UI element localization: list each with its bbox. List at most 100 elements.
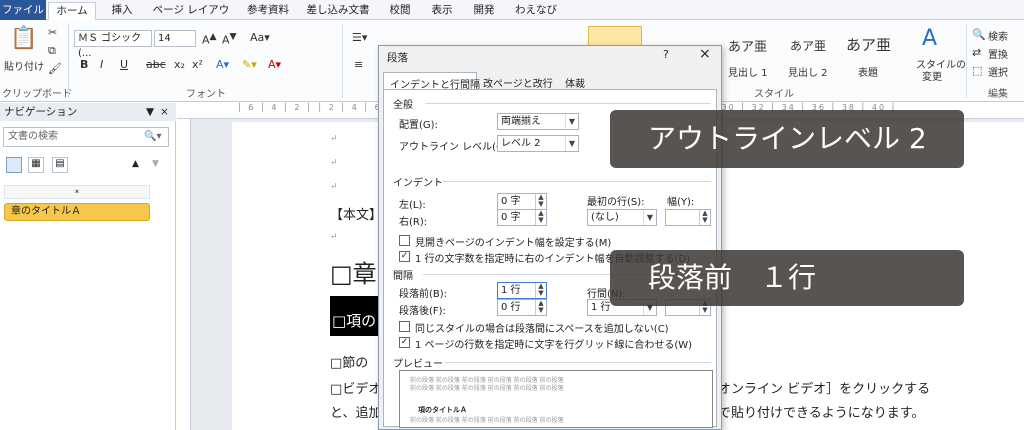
preview-heading: 項のタイトルＡ <box>418 406 467 414</box>
snap-to-grid-checkbox[interactable]: ✓ <box>399 337 410 348</box>
tab-line-page-breaks[interactable]: 改ページと改行 <box>483 75 553 90</box>
style-title[interactable]: 表題 <box>858 64 878 79</box>
indent-section-label: インデント <box>393 178 443 189</box>
caption-outline-level: アウトラインレベル 2 <box>610 110 964 168</box>
grow-font-icon[interactable]: A▲ <box>202 31 217 47</box>
tab-view[interactable]: 表示 <box>424 2 460 20</box>
spinner-arrows-icon[interactable]: ▲▼ <box>699 210 710 225</box>
tab-references[interactable]: 参考資料 <box>242 2 294 20</box>
ribbon-tab-bar: ファイル ホーム 挿入 ページ レイアウト 参考資料 差し込み文書 校閲 表示 … <box>0 0 1024 32</box>
align-left-icon[interactable]: ≡ <box>354 58 363 71</box>
navigation-pane-title: ナビゲーション <box>4 106 78 118</box>
font-name-combo[interactable]: ＭＳ ゴシック (... <box>74 30 152 59</box>
select-button[interactable]: 選択 <box>988 64 1008 79</box>
help-button[interactable]: ? <box>663 48 669 61</box>
font-color-icon[interactable]: A▾ <box>268 58 281 71</box>
right-indent-label: 右(R): <box>399 217 428 228</box>
mirror-indents-checkbox[interactable] <box>399 235 410 246</box>
close-icon[interactable]: × <box>160 103 169 121</box>
paragraph-mark: ↵ <box>330 232 338 242</box>
change-case-icon[interactable]: Aa▾ <box>250 31 270 44</box>
tab-insert[interactable]: 挿入 <box>104 2 140 20</box>
spacing-before-label: 段落前(B): <box>399 289 448 300</box>
first-line-value: (なし) <box>591 212 619 223</box>
style-sample-title: あア亜 <box>846 36 892 54</box>
pages-view-icon[interactable]: ▦ <box>28 157 44 173</box>
spacing-before-value: 1 行 <box>501 285 521 296</box>
style-heading1[interactable]: 見出し 1 <box>728 64 768 79</box>
spinner-arrows-icon[interactable]: ▲▼ <box>535 283 546 298</box>
tab-waenavi[interactable]: わえなび <box>510 2 562 20</box>
tab-file[interactable]: ファイル <box>0 0 46 20</box>
chevron-down-icon: ▼ <box>565 136 578 151</box>
shrink-font-icon[interactable]: A▼ <box>222 31 237 47</box>
body-line: □ビデオ <box>330 382 382 397</box>
vertical-ruler[interactable] <box>177 119 191 430</box>
tab-asian-typography[interactable]: 体裁 <box>565 75 585 90</box>
dialog-title: 段落 <box>387 52 408 64</box>
line-spacing-value: 1 行 <box>591 302 611 313</box>
style-sample-heading1: あア亜 <box>728 40 768 55</box>
nav-search-input[interactable]: 文書の検索 🔍▾ <box>3 127 169 147</box>
previous-heading-icon[interactable]: ▲ <box>132 159 139 169</box>
tab-home[interactable]: ホーム <box>48 2 96 21</box>
superscript-icon[interactable]: x² <box>192 58 203 71</box>
alignment-value: 両端揃え <box>501 116 541 127</box>
italic-icon[interactable]: I <box>100 58 103 71</box>
right-indent-spinner[interactable]: 0 字 ▲ ▼ <box>497 209 547 226</box>
paste-icon[interactable]: 📋 <box>10 26 37 51</box>
strikethrough-icon[interactable]: abc <box>146 58 166 71</box>
replace-icon[interactable]: ⇄ <box>972 46 981 59</box>
close-button[interactable]: × <box>699 46 711 62</box>
preview-filler-text: 前の段落 前の段落 前の段落 前の段落 前の段落 前の段落 <box>410 385 564 392</box>
find-button[interactable]: 検索 <box>988 28 1008 43</box>
text-effects-icon[interactable]: A▾ <box>216 58 229 71</box>
auto-adjust-checkbox[interactable]: ✓ <box>399 251 410 262</box>
cut-icon[interactable]: ✂ <box>48 26 57 39</box>
spinner-arrows-icon[interactable]: ▲▼ <box>535 194 546 209</box>
font-size-combo[interactable]: 14 <box>154 30 196 47</box>
results-view-icon[interactable]: ▤ <box>52 157 68 173</box>
subscript-icon[interactable]: x₂ <box>174 58 185 71</box>
spinner-arrows-icon[interactable]: ▲▼ <box>535 210 546 225</box>
select-icon[interactable]: ⬚ <box>972 64 982 77</box>
replace-button[interactable]: 置換 <box>988 46 1008 61</box>
highlight-icon[interactable]: ✎▾ <box>242 58 257 71</box>
tab-review[interactable]: 校閲 <box>382 2 418 20</box>
format-painter-icon[interactable]: 🖌 <box>48 62 62 75</box>
next-heading-icon[interactable]: ▼ <box>152 159 159 169</box>
alignment-select[interactable]: 両端揃え ▼ <box>497 113 579 130</box>
bullets-icon[interactable]: ☰▾ <box>352 31 367 44</box>
body-line-right: オンライン ビデオ］をクリックする <box>718 382 931 397</box>
bold-icon[interactable]: B <box>80 58 88 71</box>
copy-icon[interactable]: ⧉ <box>48 44 56 58</box>
spinner-arrows-icon[interactable]: ▲▼ <box>535 300 546 315</box>
no-space-same-style-checkbox[interactable] <box>399 321 410 332</box>
find-icon[interactable]: 🔍 <box>972 28 986 41</box>
tab-page-layout[interactable]: ページ レイアウト <box>148 2 234 32</box>
underline-icon[interactable]: U <box>120 58 128 71</box>
first-line-label: 最初の行(S): <box>587 197 645 208</box>
paragraph-mark: ↵ <box>330 182 338 192</box>
spacing-before-spinner[interactable]: 1 行 ▲ ▼ <box>497 282 547 299</box>
collapse-all-icon[interactable]: ⌅ <box>4 185 150 199</box>
outline-level-select[interactable]: レベル 2 ▼ <box>497 135 579 152</box>
section-divider <box>443 181 711 182</box>
search-icon[interactable]: 🔍▾ <box>144 128 161 146</box>
tab-mailings[interactable]: 差し込み文書 <box>302 2 374 20</box>
tab-developer[interactable]: 開発 <box>466 2 502 20</box>
change-styles-label-2[interactable]: 変更 <box>922 68 942 83</box>
left-indent-spinner[interactable]: 0 字 ▲ ▼ <box>497 193 547 210</box>
mirror-indents-label: 見開きページのインデント幅を設定する(M) <box>415 238 612 249</box>
tab-indent-spacing[interactable]: インデントと行間隔 <box>383 72 480 91</box>
nav-heading-item[interactable]: 章のタイトルＡ <box>4 203 150 221</box>
chevron-down-icon[interactable]: ▼ <box>146 103 154 121</box>
section-divider <box>425 103 711 104</box>
style-heading2[interactable]: 見出し 2 <box>788 64 828 79</box>
spacing-after-spinner[interactable]: 0 行 ▲ ▼ <box>497 299 547 316</box>
indent-width-spinner[interactable]: ▲ ▼ <box>665 209 711 226</box>
headings-view-icon[interactable] <box>6 157 22 173</box>
paste-button[interactable]: 貼り付け <box>4 58 44 73</box>
change-styles-icon[interactable]: A <box>922 26 937 51</box>
first-line-select[interactable]: (なし) ▼ <box>587 209 657 226</box>
